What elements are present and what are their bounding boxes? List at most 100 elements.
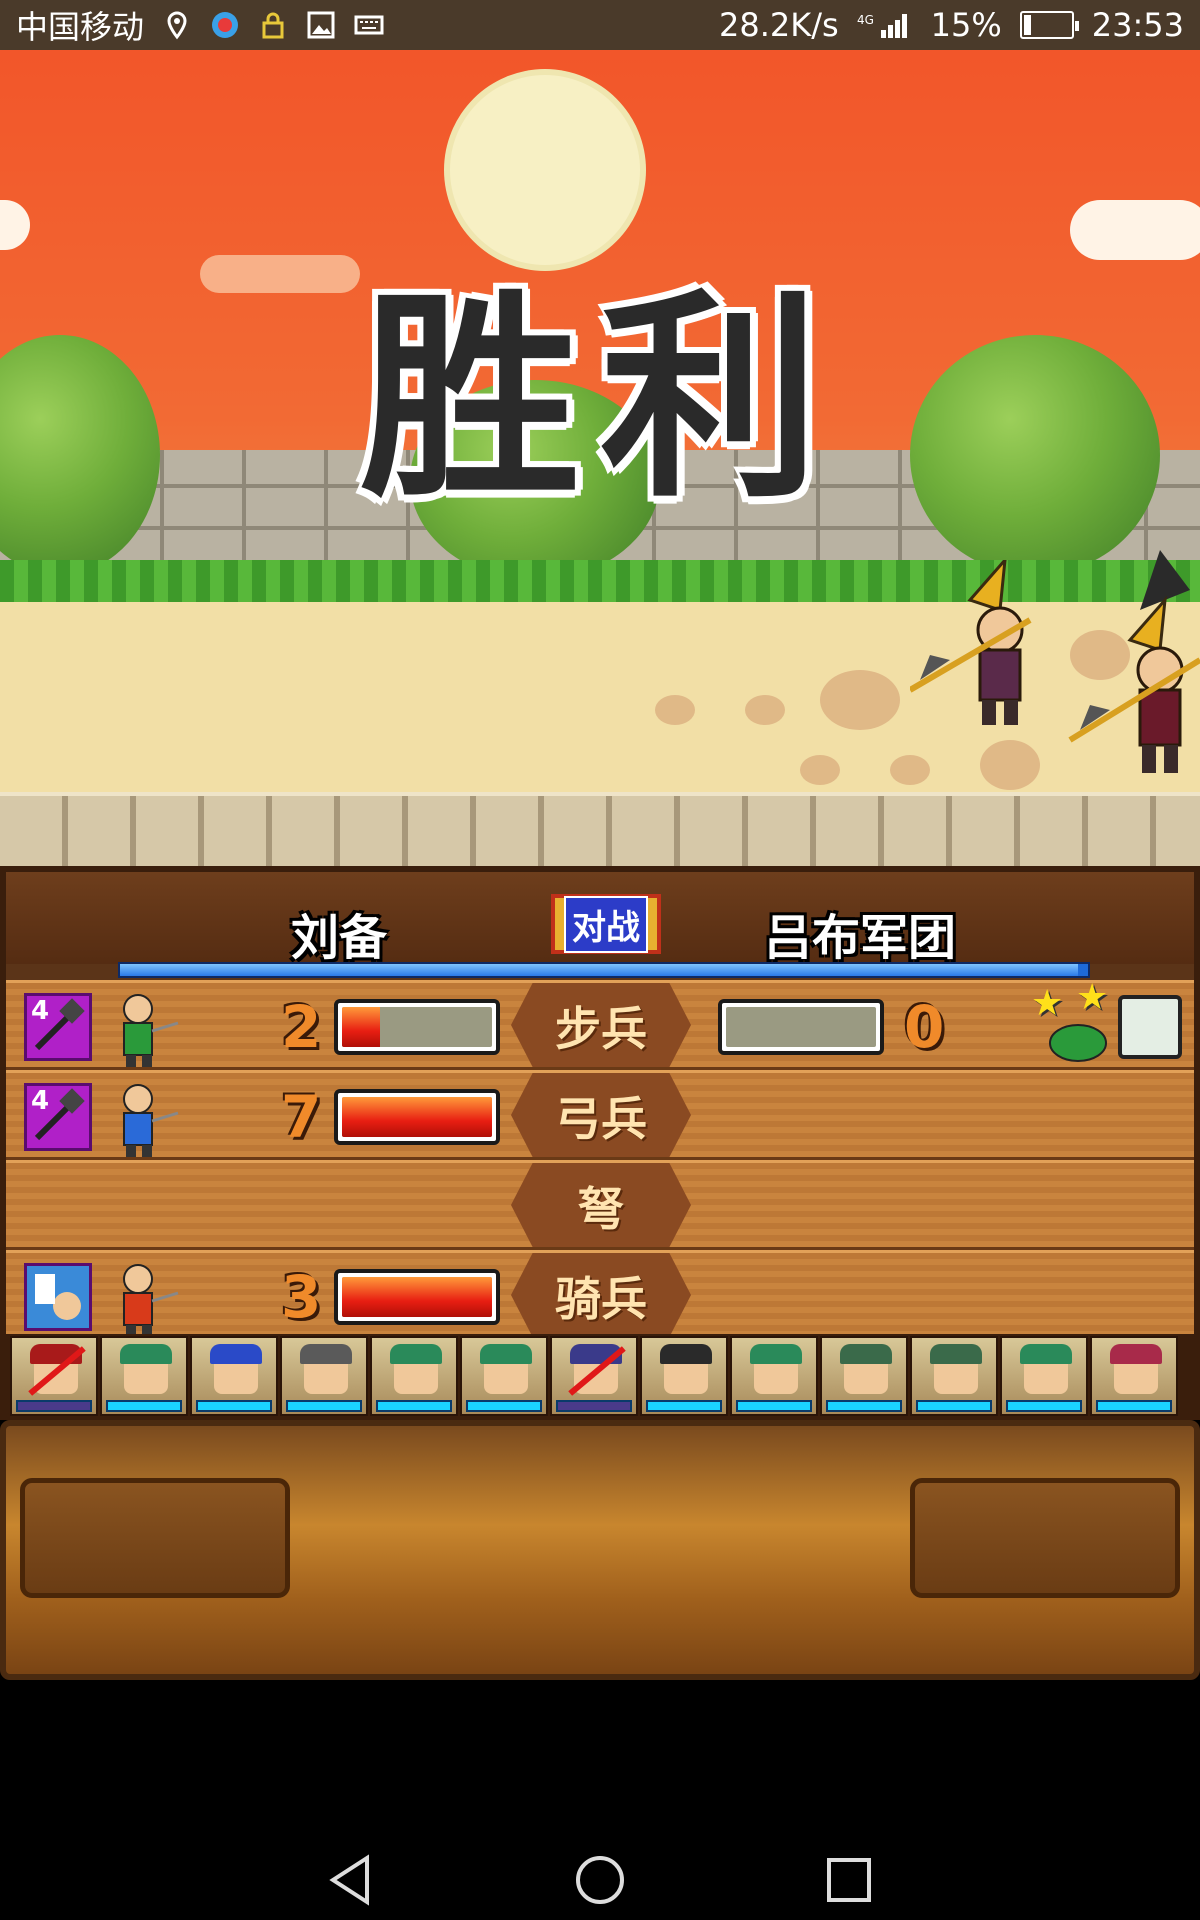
- vs-badge: 对战: [551, 894, 661, 954]
- image-icon: [306, 10, 336, 40]
- battle-header: 刘备 对战 吕布军团: [6, 872, 1194, 978]
- unit-character: [123, 994, 179, 1067]
- portrait-hair: [1020, 1344, 1072, 1364]
- unit-type-label: 骑兵: [555, 1272, 647, 1326]
- general-portrait[interactable]: [1090, 1336, 1178, 1416]
- victory-title: 胜利: [359, 268, 840, 527]
- general-portrait[interactable]: [640, 1336, 728, 1416]
- portrait-hair: [210, 1344, 262, 1364]
- dust-cloud: [820, 670, 900, 730]
- game-screen: 中国移动 28.2K/s 4G 15% 23:53 胜利 刘备 对战 吕布军团 …: [0, 0, 1200, 1920]
- player-unit-bar: [334, 999, 500, 1055]
- star-icon: ★: [1076, 977, 1109, 1018]
- enemy-unit-count: 0: [904, 993, 945, 1061]
- portrait-hair: [1110, 1344, 1162, 1364]
- portrait-hp-bar: [556, 1400, 632, 1412]
- general-portrait[interactable]: [190, 1336, 278, 1416]
- dust-cloud: [745, 695, 785, 725]
- signal-icon: 4G: [857, 10, 913, 40]
- right-button[interactable]: [910, 1478, 1180, 1598]
- portrait-hair: [930, 1344, 982, 1364]
- general-portrait[interactable]: [280, 1336, 368, 1416]
- enemy-unit-slot[interactable]: [1118, 995, 1182, 1059]
- player-name: 刘备: [291, 910, 388, 966]
- portrait-hp-bar: [196, 1400, 272, 1412]
- app-icon: [210, 10, 240, 40]
- battle-panel: 刘备 对战 吕布军团 4 2 步兵 0 ★ ★ 4 7 弓兵弩 3 骑兵: [0, 866, 1200, 1420]
- general-portrait[interactable]: [1000, 1336, 1088, 1416]
- bottom-panel: [0, 1420, 1200, 1680]
- general-portrait[interactable]: [10, 1336, 98, 1416]
- battery-percent: 15%: [930, 6, 1002, 44]
- player-unit-bar-fill: [342, 1007, 380, 1047]
- general-portrait[interactable]: [910, 1336, 998, 1416]
- player-unit-count: 3: [281, 1263, 322, 1331]
- portrait-hp-bar: [1096, 1400, 1172, 1412]
- unit-character: [123, 1084, 179, 1157]
- cavalry-icon: [24, 1263, 92, 1331]
- unit-type-label: 弩: [578, 1182, 624, 1236]
- battery-icon: [1019, 11, 1079, 39]
- keyboard-icon: [354, 10, 384, 40]
- tree-right: [910, 335, 1160, 575]
- portrait-hp-bar: [646, 1400, 722, 1412]
- portrait-hp-bar: [466, 1400, 542, 1412]
- enemy-unit-bar: [718, 999, 884, 1055]
- portrait-hp-bar: [106, 1400, 182, 1412]
- portrait-hair: [390, 1344, 442, 1364]
- unit-type-label: 步兵: [555, 1002, 647, 1056]
- unit-row: 弩: [6, 1160, 1194, 1250]
- general-portrait-strip[interactable]: [6, 1334, 1194, 1420]
- cloud-left: [0, 200, 30, 250]
- portrait-hp-bar: [916, 1400, 992, 1412]
- general-portrait[interactable]: [370, 1336, 458, 1416]
- cloud-right: [1070, 200, 1200, 260]
- back-icon[interactable]: [325, 1852, 375, 1908]
- enemy-soldier: [1068, 550, 1200, 773]
- player-unit-bar-fill: [342, 1097, 492, 1137]
- portrait-hair: [300, 1344, 352, 1364]
- general-portrait[interactable]: [730, 1336, 818, 1416]
- clock: 23:53: [1091, 6, 1184, 44]
- unit-row: 4 2 步兵 0 ★ ★: [6, 977, 1194, 1070]
- player-unit-count: 7: [281, 1083, 322, 1151]
- portrait-hair: [840, 1344, 892, 1364]
- weapon-icon: 4: [24, 993, 92, 1061]
- status-bar: 中国移动 28.2K/s 4G 15% 23:53: [0, 0, 1200, 50]
- fallen-soldier-icon: [1049, 1024, 1107, 1062]
- lock-icon: [258, 10, 288, 40]
- portrait-hair: [750, 1344, 802, 1364]
- power-bar-fill: [120, 964, 1079, 976]
- general-portrait[interactable]: [550, 1336, 638, 1416]
- portrait-hair: [480, 1344, 532, 1364]
- network-speed: 28.2K/s: [718, 6, 839, 44]
- svg-text:4G: 4G: [857, 13, 874, 27]
- player-unit-bar-fill: [342, 1277, 492, 1317]
- home-icon[interactable]: [573, 1852, 627, 1908]
- location-icon: [162, 10, 192, 40]
- portrait-hp-bar: [826, 1400, 902, 1412]
- portrait-hp-bar: [376, 1400, 452, 1412]
- general-portrait[interactable]: [100, 1336, 188, 1416]
- navigation-bar: [0, 1680, 1200, 1920]
- enemy-soldier: [910, 560, 1032, 725]
- weapon-icon: 4: [24, 1083, 92, 1151]
- recents-icon[interactable]: [823, 1852, 873, 1908]
- player-unit-bar: [334, 1089, 500, 1145]
- portrait-hp-bar: [286, 1400, 362, 1412]
- carrier-label: 中国移动: [16, 8, 145, 46]
- dust-cloud: [980, 740, 1040, 790]
- dust-cloud: [800, 755, 840, 785]
- portrait-hp-bar: [16, 1400, 92, 1412]
- power-bar: [118, 962, 1090, 978]
- left-button[interactable]: [20, 1478, 290, 1598]
- battle-scene[interactable]: 胜利: [0, 50, 1200, 866]
- general-portrait[interactable]: [820, 1336, 908, 1416]
- player-unit-bar: [334, 1269, 500, 1325]
- dust-cloud: [890, 755, 930, 785]
- vs-label: 对战: [564, 895, 648, 953]
- unit-row: 3 骑兵: [6, 1250, 1194, 1340]
- portrait-hp-bar: [1006, 1400, 1082, 1412]
- unit-row: 4 7 弓兵: [6, 1070, 1194, 1160]
- general-portrait[interactable]: [460, 1336, 548, 1416]
